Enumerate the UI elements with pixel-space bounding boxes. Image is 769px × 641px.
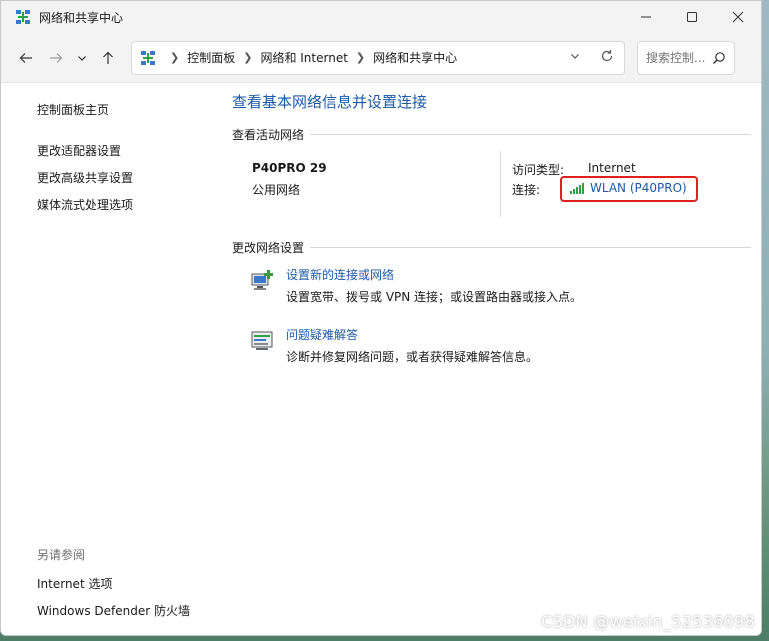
breadcrumb-network-sharing-center[interactable]: 网络和共享中心 [373, 49, 457, 66]
window-title: 网络和共享中心 [39, 10, 124, 25]
see-also-link-internet-options[interactable]: Internet 选项 [37, 575, 190, 592]
active-network-panel: P40PRO 29 公用网络 访问类型: Internet 连接: WLAN (… [232, 143, 751, 233]
chevron-right-icon[interactable]: ❯ [170, 51, 179, 64]
see-also-header: 另请参阅 [37, 548, 86, 562]
connection-label: 连接: [512, 183, 541, 197]
sidebar-link-media-streaming-options[interactable]: 媒体流式处理选项 [37, 196, 217, 213]
chevron-right-icon[interactable]: ❯ [356, 51, 365, 64]
new-connection-icon [251, 270, 273, 290]
access-type-value: Internet [588, 161, 636, 175]
maximize-icon [687, 12, 697, 22]
search-box[interactable] [637, 40, 735, 75]
see-also-section: 另请参阅 Internet 选项 Windows Defender 防火墙 [37, 546, 190, 629]
wifi-signal-icon [570, 183, 584, 194]
close-button[interactable] [715, 1, 761, 33]
task-troubleshoot: 问题疑难解答 诊断并修复网络问题，或者获得疑难解答信息。 [232, 322, 751, 382]
section-divider [310, 134, 751, 135]
minimize-icon [641, 16, 651, 18]
watermark: CSDN @weixin_52536098 [541, 612, 755, 631]
active-networks-header-text: 查看活动网络 [232, 128, 305, 142]
troubleshoot-icon [251, 331, 273, 350]
section-divider [310, 247, 751, 248]
change-settings-header: 更改网络设置 [232, 239, 751, 256]
network-sharing-center-window: 网络和共享中心 ❯ 控制面板 ❯ 网络和 Internet ❯ 网络和共享中心 … [0, 0, 762, 636]
main-panel: 查看基本网络信息并设置连接 查看活动网络 P40PRO 29 公用网络 访问类型… [232, 91, 751, 382]
vertical-divider [500, 151, 501, 217]
address-bar[interactable]: ❯ 控制面板 ❯ 网络和 Internet ❯ 网络和共享中心 [131, 40, 625, 75]
troubleshoot-problems-link[interactable]: 问题疑难解答 [286, 326, 358, 343]
network-center-icon [141, 50, 155, 65]
forward-button[interactable] [41, 43, 71, 73]
window-controls [623, 1, 761, 33]
wlan-connection-text[interactable]: WLAN (P40PRO) [590, 181, 687, 195]
chevron-down-icon [78, 55, 86, 61]
maximize-button[interactable] [669, 1, 715, 33]
chevron-right-icon[interactable]: ❯ [243, 51, 252, 64]
access-type-label: 访问类型: [512, 163, 565, 177]
address-dropdown-button[interactable] [570, 50, 580, 64]
back-button[interactable] [11, 43, 41, 73]
up-button[interactable] [93, 43, 123, 73]
minimize-button[interactable] [623, 1, 669, 33]
content-area: 控制面板主页 更改适配器设置 更改高级共享设置 媒体流式处理选项 另请参阅 In… [1, 83, 761, 635]
network-type: 公用网络 [252, 183, 301, 197]
refresh-button[interactable] [600, 49, 614, 66]
troubleshoot-problems-description: 诊断并修复网络问题，或者获得疑难解答信息。 [286, 350, 539, 364]
sidebar-link-change-adapter-settings[interactable]: 更改适配器设置 [37, 142, 217, 159]
network-center-icon [16, 10, 30, 24]
search-input[interactable] [646, 50, 712, 65]
chevron-down-icon [571, 53, 579, 59]
active-networks-header: 查看活动网络 [232, 126, 751, 143]
arrow-left-icon [19, 52, 32, 63]
sidebar: 控制面板主页 更改适配器设置 更改高级共享设置 媒体流式处理选项 [37, 101, 217, 223]
page-title: 查看基本网络信息并设置连接 [232, 93, 428, 111]
breadcrumb-network-internet[interactable]: 网络和 Internet [260, 49, 347, 66]
setup-new-connection-link[interactable]: 设置新的连接或网络 [286, 266, 394, 283]
navigation-bar: ❯ 控制面板 ❯ 网络和 Internet ❯ 网络和共享中心 [1, 33, 761, 83]
sidebar-link-control-panel-home[interactable]: 控制面板主页 [37, 101, 217, 118]
network-name: P40PRO 29 [252, 161, 327, 175]
recent-locations-button[interactable] [71, 43, 93, 73]
setup-new-connection-description: 设置宽带、拨号或 VPN 连接；或设置路由器或接入点。 [286, 290, 583, 304]
wlan-connection-link[interactable]: WLAN (P40PRO) [570, 181, 687, 195]
refresh-icon [601, 49, 613, 61]
breadcrumb-control-panel[interactable]: 控制面板 [187, 49, 235, 66]
task-new-connection: 设置新的连接或网络 设置宽带、拨号或 VPN 连接；或设置路由器或接入点。 [232, 262, 751, 322]
change-settings-header-text: 更改网络设置 [232, 241, 305, 255]
title-bar[interactable]: 网络和共享中心 [1, 1, 761, 33]
sidebar-link-advanced-sharing-settings[interactable]: 更改高级共享设置 [37, 169, 217, 186]
arrow-up-icon [103, 51, 113, 64]
search-icon[interactable] [712, 51, 726, 65]
arrow-right-icon [50, 52, 63, 63]
close-icon [732, 11, 744, 23]
see-also-link-windows-defender-firewall[interactable]: Windows Defender 防火墙 [37, 602, 190, 619]
